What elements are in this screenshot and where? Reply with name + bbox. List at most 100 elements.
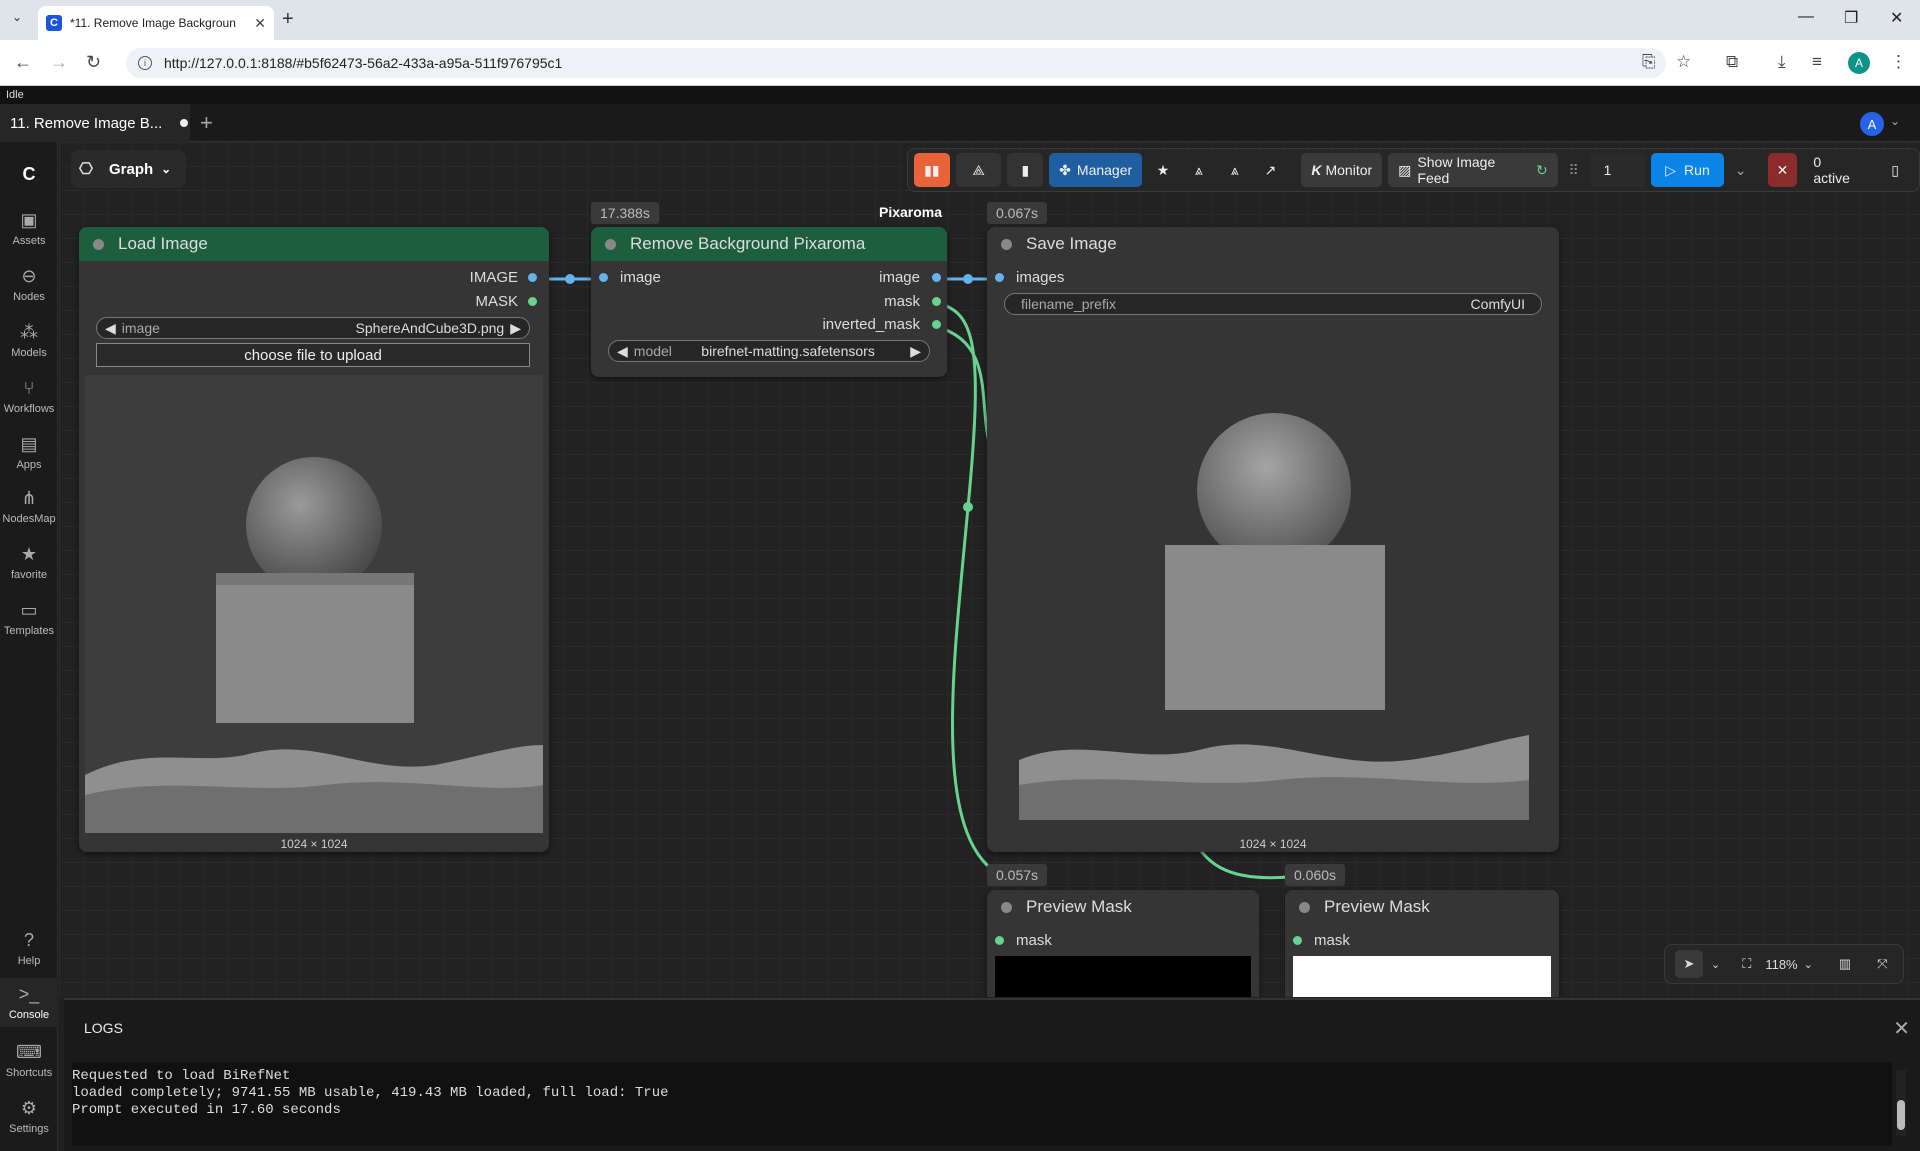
output-image-slot[interactable]: IMAGE [470,269,537,286]
add-workflow-icon[interactable]: + [200,110,213,136]
graph-canvas[interactable]: ⎔ Graph ⌄ ▮▮ ⟁ ▮ ✤ Manager ★ ⩓ ⩓ ↗ K Monit… [59,142,1920,997]
log-line: Requested to load BiRefNet [72,1068,291,1084]
unsaved-dot-icon [180,119,189,127]
image-dimensions: 1024 × 1024 [1239,837,1307,851]
address-bar[interactable]: i http://127.0.0.1:8188/#b5f62473-56a2-4… [126,48,1666,78]
sidebar-item-apps[interactable]: ▤ Apps [0,434,58,471]
output-inverted-mask-slot[interactable]: inverted_mask [822,316,941,333]
browser-tab-title: *11. Remove Image Backgroun [70,16,236,30]
remove-background-header[interactable]: Remove Background Pixaroma [591,227,947,261]
user-avatar[interactable]: A [1860,112,1884,136]
filename-prefix-widget[interactable]: filename_prefix ComfyUI [1004,293,1542,315]
save-image-node[interactable]: Save Image images filename_prefix ComfyU… [987,227,1559,852]
site-info-icon[interactable]: i [138,56,152,70]
favicon-icon: C [46,15,62,31]
collapse-dot-icon[interactable] [605,238,616,250]
load-image-node[interactable]: Load Image IMAGE MASK ◀ image SphereAndC… [79,227,549,852]
url-text: http://127.0.0.1:8188/#b5f62473-56a2-433… [164,55,563,71]
output-mask-slot[interactable]: MASK [475,293,537,310]
arrow-left-icon[interactable]: ◀ [617,343,628,360]
help-icon: ? [23,930,34,950]
new-tab-icon[interactable]: + [282,8,294,31]
nodes-icon: ⊖ [21,266,37,286]
upload-button[interactable]: choose file to upload [96,343,530,367]
profile-avatar[interactable]: A [1848,52,1870,74]
preview-mask-node-2[interactable]: Preview Mask mask [1285,890,1559,997]
input-image-slot[interactable]: image [599,269,661,286]
templates-icon: ▭ [20,600,38,620]
sidebar-item-shortcuts[interactable]: ⌨ Shortcuts [0,1042,58,1079]
chevron-down-icon[interactable]: ⌄ [1890,114,1900,128]
output-mask-slot[interactable]: mask [884,293,941,310]
image-dimensions: 1024 × 1024 [280,837,348,851]
sidebar: C ▣ Assets ⊖ Nodes ⁂ Models ⑂ Workflows ▤ App… [0,142,58,1151]
arrow-right-icon[interactable]: ▶ [510,320,521,337]
logs-scrollbar[interactable] [1896,1070,1906,1136]
collapse-dot-icon[interactable] [1001,901,1012,913]
sidebar-item-console[interactable]: >_ Console [0,978,58,1027]
sidebar-item-templates[interactable]: ▭ Templates [0,600,58,637]
restore-icon[interactable]: ❐ [1844,8,1858,28]
input-mask-slot[interactable]: mask [1293,932,1350,949]
gear-icon: ⚙ [20,1098,38,1118]
save-image-preview [1019,375,1529,835]
preview-mask-header[interactable]: Preview Mask [1285,890,1559,924]
sidebar-item-models[interactable]: ⁂ Models [0,322,58,359]
collapse-dot-icon[interactable] [93,238,104,250]
close-icon[interactable]: ✕ [1893,1016,1910,1041]
load-image-header[interactable]: Load Image [79,227,549,261]
keyboard-icon: ⌨ [16,1042,42,1062]
comfy-logo-icon[interactable]: C [0,164,58,189]
extensions-icon[interactable]: ⧉ [1726,52,1738,72]
model-select-widget[interactable]: ◀ model birefnet-matting.safetensors ▶ [608,340,930,362]
execution-time-badge: 0.067s [987,202,1048,224]
close-tab-icon[interactable]: ✕ [254,15,266,32]
sidebar-item-assets[interactable]: ▣ Assets [0,210,58,247]
hide-links-icon[interactable]: ⤧ [1877,956,1887,972]
minimize-icon[interactable]: — [1798,8,1814,26]
collapse-dot-icon[interactable] [1299,901,1310,913]
fit-view-icon[interactable]: ⛶ [1742,956,1751,972]
browser-menu-icon[interactable]: ⋮ [1890,52,1907,72]
bookmark-star-icon[interactable]: ☆ [1676,52,1691,72]
arrow-right-icon[interactable]: ▶ [910,343,921,360]
output-image-slot[interactable]: image [879,269,941,286]
remove-background-node[interactable]: Remove Background Pixaroma image image m… [591,227,947,377]
collapse-dot-icon[interactable] [1001,238,1012,250]
media-icon[interactable]: ≡ [1812,52,1822,72]
workflow-tab[interactable]: 11. Remove Image B... [0,104,190,142]
tab-search-icon[interactable]: ⌄ [12,10,22,24]
input-images-slot[interactable]: images [995,269,1064,286]
image-select-widget[interactable]: ◀ image SphereAndCube3D.png ▶ [96,317,530,339]
sidebar-item-workflows[interactable]: ⑂ Workflows [0,378,58,415]
models-icon: ⁂ [20,322,38,342]
image-icon: ▣ [20,210,38,230]
sidebar-item-favorite[interactable]: ★ favorite [0,544,58,581]
minimap-icon[interactable]: ▥ [1839,956,1851,972]
logs-panel: LOGS ✕ Requested to load BiRefNet loaded… [64,998,1920,1151]
browser-toolbar: ← → ↻ i http://127.0.0.1:8188/#b5f62473-… [0,40,1920,86]
chevron-down-icon[interactable]: ⌄ [1804,958,1813,971]
input-mask-slot[interactable]: mask [995,932,1052,949]
back-icon[interactable]: ← [14,52,32,73]
arrow-left-icon[interactable]: ◀ [105,320,116,337]
forward-icon[interactable]: → [50,52,68,73]
browser-tab[interactable]: C *11. Remove Image Backgroun ✕ [38,6,274,40]
chevron-down-icon[interactable]: ⌄ [1711,958,1720,971]
sidebar-item-nodes[interactable]: ⊖ Nodes [0,266,58,303]
preview-mask-header[interactable]: Preview Mask [987,890,1259,924]
install-app-icon[interactable]: ⎘ [1642,52,1656,72]
select-tool-icon[interactable]: ➤ [1675,950,1703,978]
window-close-icon[interactable]: ✕ [1890,8,1903,28]
workflow-tabs-bar: 11. Remove Image B... + A ⌄ [0,104,1920,142]
sidebar-item-help[interactable]: ? Help [0,930,58,967]
downloads-icon[interactable]: ⤓ [1778,52,1786,72]
mask-preview-black [995,956,1251,997]
zoom-level[interactable]: 118% [1765,957,1797,972]
sidebar-item-settings[interactable]: ⚙ Settings [0,1098,58,1135]
reload-icon[interactable]: ↻ [86,52,101,73]
preview-mask-node-1[interactable]: Preview Mask mask [987,890,1259,997]
sidebar-item-nodesmap[interactable]: ⋔ NodesMap [0,488,58,525]
save-image-header[interactable]: Save Image [987,227,1559,261]
workflow-tab-label: 11. Remove Image B... [10,114,163,132]
